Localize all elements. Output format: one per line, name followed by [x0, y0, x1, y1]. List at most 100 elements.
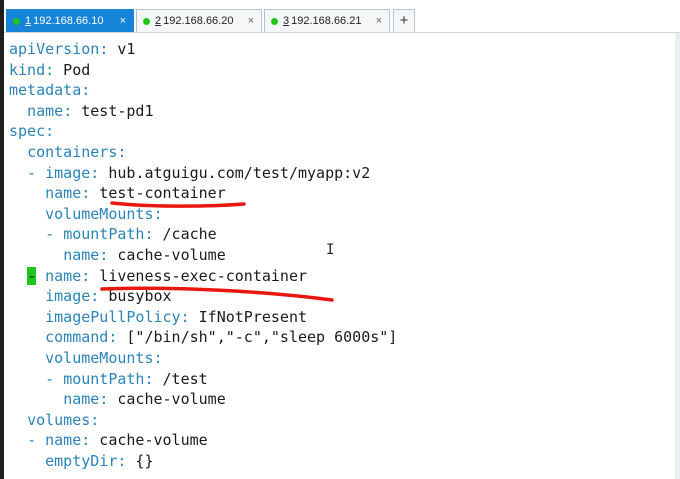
list-dash: -	[45, 225, 64, 244]
connected-status-icon	[13, 17, 20, 25]
yaml-value: IfNotPresent	[189, 307, 308, 326]
close-tab-icon[interactable]: ×	[120, 14, 126, 28]
yaml-value: v1	[108, 40, 136, 58]
yaml-line: emptyDir: {}	[9, 451, 154, 471]
yaml-colon: :	[45, 60, 55, 79]
list-dash: -	[45, 369, 64, 388]
yaml-key: name	[63, 390, 100, 409]
yaml-value: liveness-exec-container	[90, 266, 308, 285]
yaml-key: metadata	[9, 81, 82, 100]
yaml-colon: :	[99, 246, 109, 264]
yaml-line: containers:	[9, 142, 126, 162]
session-tab-bar: 1 192.168.66.10 × 2 192.168.66.20 × 3 19…	[4, 0, 680, 33]
yaml-key: name	[45, 184, 82, 203]
yaml-colon: :	[153, 204, 163, 223]
yaml-key: name	[27, 101, 64, 120]
yaml-line: image: busybox	[9, 286, 172, 306]
yaml-colon: :	[90, 410, 100, 429]
yaml-colon: :	[81, 81, 91, 100]
close-tab-icon[interactable]: ×	[248, 14, 254, 28]
yaml-line: - image: hub.atguigu.com/test/myapp:v2	[9, 163, 370, 183]
yaml-key: kind	[9, 60, 46, 79]
yaml-line: volumeMounts:	[9, 204, 163, 224]
yaml-value: cache-volume	[108, 246, 226, 264]
yaml-value: hub.atguigu.com/test/myapp:v2	[99, 163, 371, 182]
connected-status-icon	[143, 17, 150, 25]
yaml-colon: :	[117, 143, 127, 161]
tab-session-1[interactable]: 1 192.168.66.10 ×	[6, 9, 134, 32]
yaml-colon: :	[90, 287, 100, 306]
yaml-value: /cache	[153, 225, 217, 244]
yaml-key: image	[45, 163, 91, 182]
tab-label: 192.168.66.20	[163, 15, 234, 27]
yaml-colon: :	[81, 184, 91, 203]
yaml-key: spec	[9, 122, 46, 141]
yaml-key: imagePullPolicy	[45, 307, 181, 326]
yaml-colon: :	[99, 390, 109, 409]
yaml-value: Pod	[54, 60, 91, 79]
list-dash: -	[27, 163, 46, 182]
terminal-editor[interactable]: apiVersion: v1 kind: Pod metadata: name: t…	[4, 33, 675, 479]
yaml-line: apiVersion: v1	[9, 39, 135, 59]
yaml-colon: :	[81, 266, 91, 285]
yaml-value: cache-volume	[90, 431, 208, 450]
yaml-value: test-pd1	[72, 101, 154, 120]
tab-number: 2	[155, 15, 162, 27]
yaml-value: {}	[126, 452, 154, 470]
tab-session-3[interactable]: 3 192.168.66.21 ×	[264, 9, 390, 32]
yaml-line: imagePullPolicy: IfNotPresent	[9, 307, 307, 327]
yaml-key: emptyDir	[45, 452, 118, 470]
yaml-key: name	[45, 431, 82, 450]
yaml-line: name: test-container	[9, 183, 226, 203]
yaml-key: apiVersion	[9, 40, 100, 58]
yaml-value: /test	[153, 369, 208, 388]
yaml-colon: :	[99, 40, 109, 58]
yaml-key: mountPath	[63, 225, 145, 244]
yaml-key: name	[45, 266, 82, 285]
yaml-line: kind: Pod	[9, 60, 90, 80]
tab-session-2[interactable]: 2 192.168.66.20 ×	[136, 9, 262, 32]
yaml-key: volumeMounts	[45, 204, 154, 223]
yaml-line: metadata:	[9, 80, 90, 100]
new-tab-button[interactable]: +	[393, 9, 415, 32]
yaml-colon: :	[180, 307, 190, 326]
close-tab-icon[interactable]: ×	[376, 14, 382, 28]
connected-status-icon	[271, 17, 278, 25]
yaml-colon: :	[144, 225, 154, 244]
yaml-line: command: ["/bin/sh","-c","sleep 6000s"]	[9, 327, 397, 347]
yaml-key: mountPath	[63, 369, 145, 388]
yaml-key: volumeMounts	[45, 349, 154, 367]
yaml-colon: :	[45, 122, 55, 141]
yaml-line: volumeMounts:	[9, 348, 162, 368]
yaml-colon: :	[144, 369, 154, 388]
yaml-line: name: cache-volume	[9, 389, 226, 409]
yaml-value: test-container	[90, 184, 226, 203]
yaml-key: command	[45, 328, 109, 347]
yaml-key: volumes	[27, 410, 91, 429]
tab-number: 3	[283, 15, 290, 27]
yaml-line: - mountPath: /test	[9, 369, 208, 389]
yaml-value: ["/bin/sh","-c","sleep 6000s"]	[117, 328, 398, 347]
yaml-line: - name: cache-volume	[9, 430, 208, 450]
yaml-key: image	[45, 287, 91, 306]
yaml-line: volumes:	[9, 410, 99, 430]
vertical-scrollbar[interactable]	[675, 33, 680, 479]
yaml-colon: :	[63, 101, 73, 120]
yaml-colon: :	[90, 163, 100, 182]
yaml-line: name: test-pd1	[9, 101, 154, 121]
yaml-value: busybox	[99, 287, 172, 306]
